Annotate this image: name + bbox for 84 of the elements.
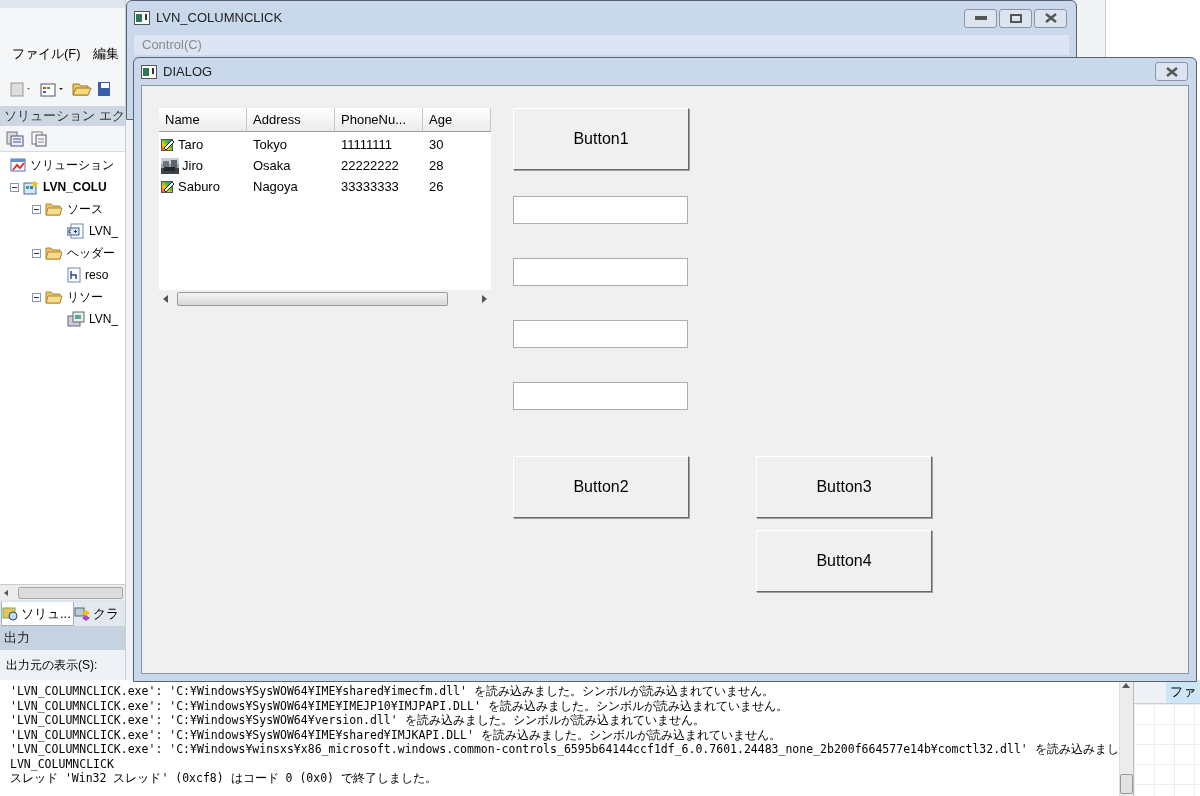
list-cell-text: 28 — [428, 156, 444, 175]
output-line: 'LVN_COLUMNCLICK.exe': 'C:¥Windows¥SysWOW64¥version.dll' を読み込みました。シンボルが読み込まれていません。 — [10, 713, 706, 728]
output-line: 'LVN_COLUMNCLICK.exe': 'C:¥Windows¥SysWOW64¥IME¥shared¥imecfm.dll' を読み込みました。シンボルが読み込まれていません。 — [10, 684, 775, 699]
push-button[interactable]: Button3 — [756, 456, 932, 518]
push-button[interactable]: Button2 — [513, 456, 689, 518]
list-cell-text: Osaka — [252, 156, 291, 175]
list-cell[interactable]: Jiro — [182, 155, 203, 176]
text-field[interactable] — [513, 258, 688, 286]
maximize-button[interactable] — [999, 8, 1032, 28]
cpp-file-icon — [67, 223, 85, 239]
output-line: 'LVN_COLUMNCLICK.exe': 'C:¥Windows¥SysWOW64¥IME¥IMEJP10¥IMJPAPI.DLL' を読み込みました。シンボルが読み込まれていません。 — [10, 698, 789, 713]
close-button[interactable] — [1155, 62, 1188, 81]
column-header[interactable]: Age — [423, 108, 491, 131]
close-icon — [1044, 13, 1057, 23]
list-cell-text: 30 — [428, 135, 444, 154]
scroll-left-icon[interactable] — [163, 294, 169, 303]
add-item-icon[interactable] — [40, 81, 66, 97]
text-field[interactable] — [513, 196, 688, 224]
scroll-right-icon[interactable] — [481, 294, 487, 303]
tree-item[interactable]: リソー — [67, 288, 103, 306]
resource-file-icon — [67, 311, 85, 327]
folder-icon — [45, 290, 63, 304]
collapse-icon[interactable] — [32, 248, 41, 258]
list-cell[interactable]: Taro — [178, 134, 204, 155]
minimize-button[interactable] — [964, 8, 997, 28]
close-button[interactable] — [1034, 8, 1067, 28]
menu-item[interactable]: ファイル(F) — [12, 44, 81, 64]
tree-item[interactable]: ヘッダー — [67, 244, 115, 262]
search-icon — [2, 605, 20, 622]
list-cell-text: 22222222 — [340, 156, 399, 175]
column-header[interactable]: Address — [247, 108, 335, 131]
panel-tab[interactable]: ソリュ... — [1, 602, 74, 626]
text-field[interactable] — [513, 320, 688, 348]
window-title: LVN_COLUMNCLICK — [156, 9, 283, 28]
collapse-icon[interactable] — [10, 182, 19, 192]
push-button[interactable]: Button1 — [513, 108, 689, 170]
collapse-icon[interactable] — [32, 204, 41, 214]
tree-item[interactable]: LVN_ — [89, 222, 119, 240]
tree-item[interactable]: LVN_COLU — [43, 178, 107, 196]
column-header[interactable]: PhoneNu... — [335, 108, 423, 131]
scroll-left-icon[interactable] — [2, 588, 10, 597]
list-cell-text: Tokyo — [252, 135, 287, 154]
show-files-icon[interactable] — [30, 130, 48, 147]
solution-icon — [10, 157, 26, 173]
tree-item[interactable]: reso — [85, 266, 109, 284]
maximize-icon — [1009, 13, 1022, 23]
save-icon[interactable] — [98, 81, 110, 97]
open-folder-icon[interactable] — [72, 81, 92, 97]
output-line: 'LVN_COLUMNCLICK.exe': 'C:¥Windows¥winsxs¥x86_microsoft.windows.common-controls_6595b64144ccf1df_6.0.7601.24483_none_2b200f664577e14b¥comctl32.dll' を読み込みまし — [10, 742, 1119, 757]
text-field[interactable] — [513, 382, 688, 410]
list-cell-text: 33333333 — [340, 177, 399, 196]
folder-icon — [45, 246, 63, 260]
tree-item[interactable]: ソリューション — [30, 156, 114, 174]
header-file-icon — [67, 267, 81, 283]
panel-header: 出力 — [0, 626, 125, 650]
menu-item[interactable]: 編集 — [92, 44, 119, 64]
minimize-icon — [974, 16, 987, 20]
scrollbar-thumb[interactable] — [177, 291, 448, 306]
scrollbar-thumb[interactable] — [18, 586, 123, 599]
column-header[interactable]: Name — [159, 108, 247, 131]
properties-icon[interactable] — [6, 130, 24, 147]
class-view-icon — [73, 606, 92, 622]
tree-item[interactable]: ソース — [67, 200, 103, 218]
window-title: DIALOG — [163, 62, 213, 81]
output-line: 'LVN_COLUMNCLICK.exe': 'C:¥Windows¥SysWOW64¥IME¥shared¥IMJKAPI.DLL' を読み込みました。シンボルが読み込まれていません。 — [10, 727, 782, 742]
output-line: スレッド 'Win32 スレッド' (0xcf8) はコード 0 (0x0) で終了しました。 — [10, 771, 438, 786]
list-cell[interactable]: Saburo — [178, 176, 220, 197]
tree-item[interactable]: LVN_ — [89, 310, 119, 328]
app-icon — [134, 11, 150, 25]
folder-icon — [45, 202, 63, 216]
scrollbar-thumb[interactable] — [1119, 774, 1133, 794]
push-button[interactable]: Button4 — [756, 530, 932, 592]
output-line: LVN_COLUMNCLICK — [10, 756, 115, 771]
list-cell-text: Nagoya — [252, 177, 298, 196]
pane-tab[interactable]: ファ — [1166, 680, 1200, 703]
list-cell-text: 26 — [428, 177, 444, 196]
collapse-icon[interactable] — [32, 292, 41, 302]
list-cell-text: 11111111 — [340, 135, 393, 154]
close-icon — [1165, 66, 1178, 77]
panel-header: ソリューション エク — [0, 106, 125, 126]
panel-tab[interactable]: クラ — [73, 602, 121, 626]
app-icon — [141, 64, 157, 79]
project-icon — [23, 179, 39, 195]
source-label: 出力元の表示(S): — [6, 657, 98, 674]
